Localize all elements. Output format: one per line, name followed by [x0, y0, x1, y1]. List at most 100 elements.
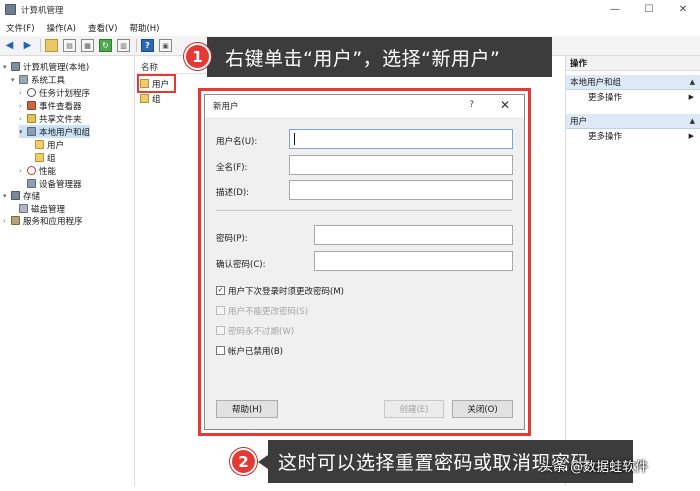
- collapse-icon[interactable]: ▾: [19, 128, 27, 136]
- tree-groups[interactable]: 组: [35, 151, 56, 164]
- section-label: 用户: [570, 117, 588, 127]
- dialog-title-bar: 新用户: [205, 95, 524, 117]
- actions-section-local-users[interactable]: 本地用户和组 ▲: [566, 75, 700, 90]
- tree-label: 用户: [47, 140, 65, 151]
- close-window-button[interactable]: ✕: [666, 0, 700, 19]
- callout-pointer: [258, 455, 268, 469]
- checkbox-icon[interactable]: [216, 326, 225, 335]
- tree-task-scheduler[interactable]: › 任务计划程序: [19, 86, 90, 99]
- checkbox-icon[interactable]: [216, 306, 225, 315]
- dialog-help-icon[interactable]: ?: [469, 100, 474, 110]
- password-input[interactable]: [314, 225, 513, 245]
- collapse-icon[interactable]: ▾: [3, 63, 11, 71]
- folder-icon: [140, 94, 149, 103]
- performance-icon: [27, 166, 36, 175]
- collapse-up-icon[interactable]: ▲: [690, 78, 695, 86]
- refresh-icon[interactable]: ↻: [99, 39, 112, 52]
- computer-management-icon: [5, 4, 16, 15]
- fullname-input[interactable]: [289, 155, 513, 175]
- expand-icon[interactable]: ›: [19, 115, 27, 123]
- more-actions-local-users[interactable]: 更多操作 ▶: [566, 90, 700, 104]
- confirm-password-input[interactable]: [314, 251, 513, 271]
- column-header-name[interactable]: 名称: [141, 61, 158, 73]
- tree-performance[interactable]: › 性能: [19, 164, 56, 177]
- export-list-icon[interactable]: ▥: [117, 39, 130, 52]
- tree-users[interactable]: 用户: [35, 138, 64, 151]
- storage-icon: [11, 191, 20, 200]
- tree-label: 组: [47, 153, 56, 164]
- expand-icon[interactable]: ›: [19, 167, 27, 175]
- step-badge-2: 2: [230, 448, 257, 475]
- tools-icon: [19, 75, 28, 84]
- properties-icon[interactable]: ▦: [81, 39, 94, 52]
- expand-icon[interactable]: ›: [19, 102, 27, 110]
- create-button[interactable]: 创建(E): [384, 400, 444, 418]
- tree-storage[interactable]: ▾ 存储: [3, 189, 40, 202]
- action-label: 更多操作: [588, 93, 623, 103]
- list-item-users[interactable]: 用户: [136, 74, 177, 93]
- password-label: 密码(P):: [216, 234, 248, 244]
- menu-help[interactable]: 帮助(H): [123, 22, 165, 34]
- help-icon[interactable]: ?: [141, 39, 154, 52]
- tree-label: 共享文件夹: [39, 114, 82, 125]
- expand-icon[interactable]: ›: [3, 217, 11, 225]
- mmc-view-icon[interactable]: ▣: [159, 39, 172, 52]
- minimize-button[interactable]: —: [598, 0, 632, 19]
- actions-pane: 操作 本地用户和组 ▲ 更多操作 ▶ 用户 ▲ 更多操作 ▶: [565, 56, 700, 486]
- expand-icon[interactable]: ›: [19, 89, 27, 97]
- back-icon[interactable]: ◀: [3, 39, 16, 52]
- dialog-close-icon[interactable]: ✕: [500, 98, 510, 112]
- tree-system-tools[interactable]: ▾ 系统工具: [11, 73, 65, 86]
- tree-services-apps[interactable]: › 服务和应用程序: [3, 214, 83, 227]
- collapse-icon[interactable]: ▾: [3, 192, 11, 200]
- cannot-change-password-checkbox[interactable]: 用户不能更改密码(S): [216, 304, 308, 317]
- tree-label: 存储: [23, 191, 41, 202]
- must-change-password-checkbox[interactable]: ✓ 用户下次登录时须更改密码(M): [216, 284, 344, 297]
- submenu-arrow-icon: ▶: [688, 132, 694, 140]
- folder-icon: [35, 153, 44, 162]
- tree-shared-folders[interactable]: › 共享文件夹: [19, 112, 82, 125]
- device-manager-icon: [27, 179, 36, 188]
- collapse-up-icon[interactable]: ▲: [690, 117, 695, 125]
- maximize-button[interactable]: ☐: [632, 0, 666, 19]
- tree-event-viewer[interactable]: › 事件查看器: [19, 99, 82, 112]
- callout-text: 右键单击“用户”，选择“新用户”: [225, 47, 501, 70]
- tree-label: 任务计划程序: [39, 88, 91, 99]
- password-never-expires-checkbox[interactable]: 密码永不过期(W): [216, 324, 294, 337]
- list-item-groups[interactable]: 组: [140, 92, 161, 105]
- show-hide-tree-icon[interactable]: ▤: [63, 39, 76, 52]
- text-cursor: [294, 133, 295, 145]
- checkbox-label: 用户不能更改密码(S): [228, 306, 309, 317]
- event-viewer-icon: [27, 101, 36, 110]
- username-label: 用户名(U):: [216, 137, 258, 147]
- account-disabled-checkbox[interactable]: 帐户已禁用(B): [216, 344, 283, 357]
- more-actions-users[interactable]: 更多操作 ▶: [566, 129, 700, 143]
- description-input[interactable]: [289, 180, 513, 200]
- menu-action[interactable]: 操作(A): [41, 22, 82, 34]
- menu-file[interactable]: 文件(F): [0, 22, 41, 34]
- tree-label: 计算机管理(本地): [23, 62, 90, 73]
- menu-bar: 文件(F) 操作(A) 查看(V) 帮助(H): [0, 19, 700, 36]
- fullname-label: 全名(F):: [216, 163, 248, 173]
- description-label: 描述(D):: [216, 188, 250, 198]
- username-input[interactable]: [289, 129, 513, 149]
- collapse-icon[interactable]: ▾: [11, 76, 19, 84]
- checkbox-label: 帐户已禁用(B): [228, 346, 283, 357]
- checkbox-icon[interactable]: [216, 346, 225, 355]
- toolbar-separator: [40, 39, 41, 52]
- checkbox-checked-icon[interactable]: ✓: [216, 286, 225, 295]
- dialog-divider: [216, 210, 512, 211]
- actions-section-users[interactable]: 用户 ▲: [566, 114, 700, 129]
- navigation-tree: ▾ 计算机管理(本地) ▾ 系统工具 › 任务计划程序 › 事件查看器 › 共享…: [0, 56, 135, 486]
- up-folder-icon[interactable]: [45, 39, 58, 52]
- watermark: 头条 @数据蛙软件: [540, 460, 649, 475]
- tree-label: 设备管理器: [39, 179, 82, 190]
- tree-local-users-groups[interactable]: ▾ 本地用户和组: [19, 125, 91, 138]
- clock-icon: [27, 88, 36, 97]
- help-button[interactable]: 帮助(H): [216, 400, 278, 418]
- tree-root[interactable]: ▾ 计算机管理(本地): [3, 60, 89, 73]
- menu-view[interactable]: 查看(V): [82, 22, 123, 34]
- disk-icon: [19, 204, 28, 213]
- forward-icon[interactable]: ▶: [21, 39, 34, 52]
- close-button[interactable]: 关闭(O): [452, 400, 513, 418]
